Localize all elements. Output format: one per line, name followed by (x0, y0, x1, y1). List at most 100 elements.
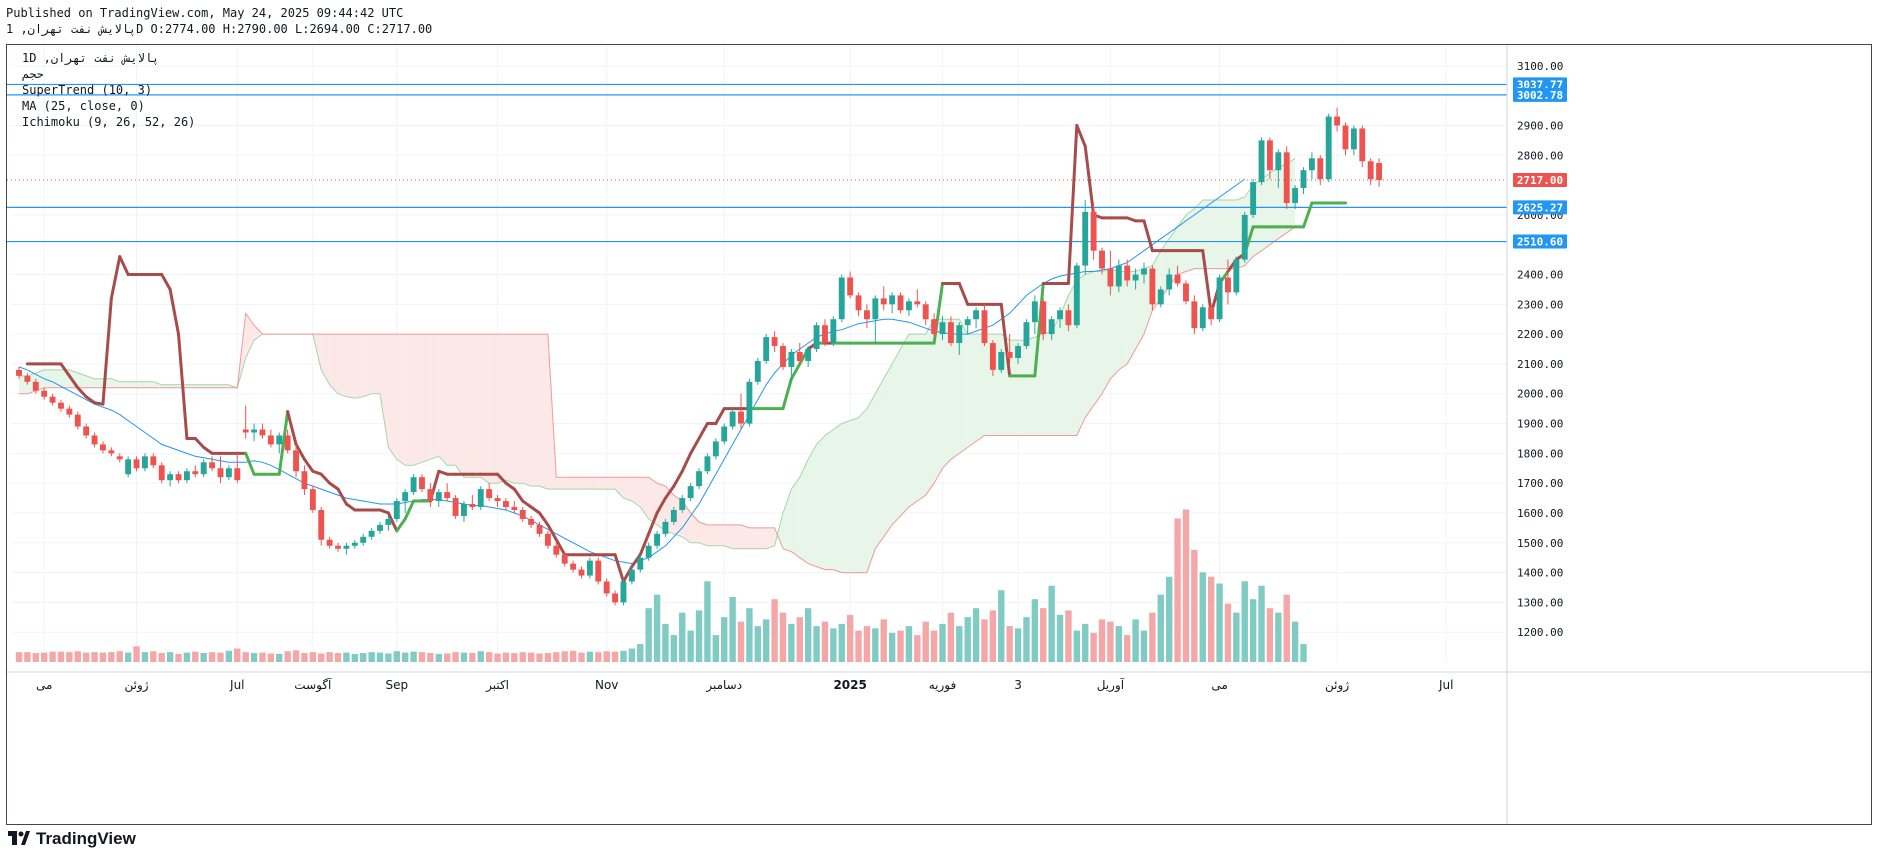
legend-symbol[interactable]: پالایش نفت تهران, 1D (22, 51, 159, 65)
y-tick-label: 1600.00 (1517, 507, 1563, 520)
volume-bar (133, 646, 140, 662)
volume-bar (645, 608, 652, 662)
candle-body (1225, 277, 1231, 293)
candle-body (192, 471, 199, 475)
candle-body (595, 560, 602, 582)
ichimoku-cloud-segment (858, 408, 867, 573)
supertrend-segment (512, 487, 525, 503)
volume-bar (746, 608, 753, 662)
supertrend-segment (344, 502, 357, 512)
ichimoku-cloud-segment (967, 334, 977, 448)
candle-body (335, 545, 341, 549)
candle-body (242, 429, 249, 433)
ichimoku-cloud-segment (1227, 199, 1237, 269)
ichimoku-cloud-segment (556, 477, 565, 490)
candle-body (1367, 161, 1374, 180)
legend-ma[interactable]: MA (25, close, 0) (22, 99, 145, 113)
ichimoku-cloud-segment (1026, 337, 1035, 436)
volume-bar (15, 652, 23, 662)
chart-frame[interactable]: 3100.00 2900.00 2800.00 2600.00 2400.00 2300.… (6, 44, 1872, 825)
candle-body (1300, 170, 1307, 189)
volume-bar (1249, 599, 1257, 662)
volume-bar (1241, 581, 1248, 662)
candle-body (444, 492, 451, 499)
candle-body (1048, 319, 1055, 335)
volume-bar (301, 653, 308, 662)
candle-body (410, 477, 417, 493)
ichimoku-cloud-segment (421, 334, 431, 463)
ichimoku-cloud-segment (480, 334, 490, 484)
volume-bar (830, 628, 837, 662)
candle-body (1199, 307, 1206, 329)
supertrend-segment (109, 255, 122, 300)
volume-bar (318, 653, 325, 662)
candle-body (830, 319, 837, 344)
candle-body (91, 435, 98, 445)
volume-bar (192, 651, 199, 662)
volume-bar (914, 635, 921, 662)
candle-body (175, 474, 182, 481)
x-tick-label: می (1211, 678, 1227, 692)
ichimoku-cloud-segment (841, 420, 851, 573)
volume-bar (628, 648, 636, 662)
tradingview-logo-icon (8, 831, 30, 847)
candle-body (351, 542, 358, 546)
volume-bar (653, 594, 661, 662)
legend-volume[interactable]: حجم (22, 67, 44, 81)
candle-body (905, 301, 912, 311)
ichimoku-cloud-segment (732, 524, 742, 549)
candle-body (956, 325, 963, 344)
candle-body (813, 325, 820, 350)
ichimoku-cloud-segment (908, 334, 918, 508)
candle-body (108, 450, 115, 454)
volume-bar (1140, 630, 1148, 662)
ichimoku-cloud-segment (564, 477, 574, 490)
candle-body (284, 435, 291, 451)
legend-supertrend[interactable]: SuperTrend (10, 3) (22, 83, 152, 97)
candle-body (486, 489, 493, 499)
supertrend-segment (395, 517, 407, 533)
ichimoku-cloud-segment (396, 334, 406, 466)
volume-bar (141, 652, 149, 662)
candle-body (32, 381, 39, 391)
candle-body (822, 325, 828, 344)
volume-bar (922, 621, 929, 662)
volume-bar (897, 630, 904, 662)
candle-body (1157, 289, 1164, 305)
hline-price-badge: 2625.27 (1517, 201, 1563, 214)
y-tick-label: 2900.00 (1517, 119, 1563, 132)
x-tick-label: آوریل (1097, 677, 1125, 693)
volume-bar (1216, 583, 1223, 662)
volume-bar (972, 608, 980, 662)
ichimoku-cloud-segment (598, 477, 607, 490)
candle-body (1015, 346, 1022, 358)
candle-body (419, 477, 425, 490)
supertrend-segment (302, 457, 315, 473)
volume-bar (695, 610, 703, 662)
candle-body (922, 304, 929, 320)
y-tick-label: 2100.00 (1517, 358, 1563, 371)
volume-bar (1065, 610, 1072, 662)
price-chart[interactable]: 3100.002900.002800.002600.002400.002300.… (7, 45, 1871, 824)
candle-body (637, 557, 644, 570)
candle-body (729, 411, 736, 427)
volume-bar (813, 626, 820, 662)
volume-bar (687, 630, 694, 662)
legend-ichimoku[interactable]: Ichimoku (9, 26, 52, 26) (22, 115, 195, 129)
volume-bar (158, 653, 165, 662)
volume-bar (183, 652, 191, 662)
ichimoku-cloud-segment (715, 524, 725, 546)
supertrend-segment (697, 422, 709, 440)
candle-body (469, 504, 476, 508)
volume-bar (586, 651, 594, 662)
ichimoku-cloud-segment (531, 334, 540, 487)
volume-bar (930, 630, 938, 662)
volume-bar (939, 623, 946, 662)
y-tick-label: 1700.00 (1517, 477, 1563, 490)
candle-body (1191, 301, 1198, 329)
candle-body (477, 489, 484, 508)
y-tick-label: 1800.00 (1517, 447, 1563, 460)
candle-body (1350, 128, 1357, 150)
tradingview-logo[interactable]: TradingView (8, 829, 136, 849)
x-tick-label: Jul (1438, 678, 1453, 692)
